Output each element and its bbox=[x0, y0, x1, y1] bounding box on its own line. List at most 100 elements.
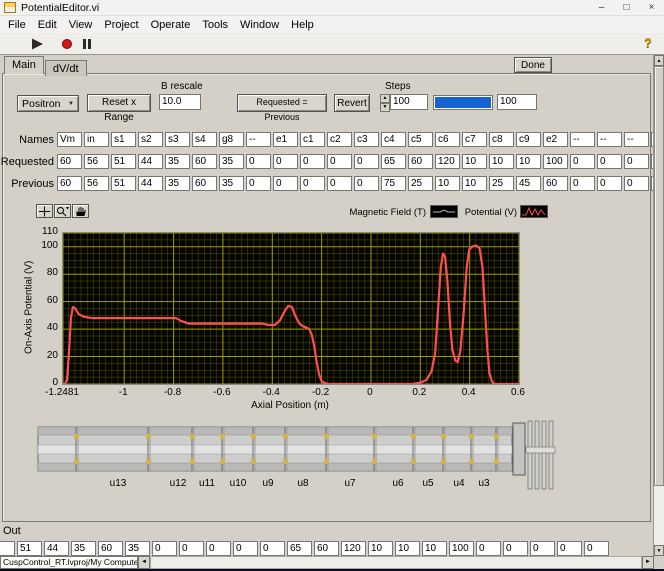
previous-cell: 56 bbox=[84, 176, 109, 191]
tab-dvdt[interactable]: dV/dt bbox=[44, 60, 87, 76]
name-cell[interactable]: c2 bbox=[327, 132, 352, 147]
dropdown-arrow-icon: ▼ bbox=[68, 100, 74, 107]
requested-cell[interactable]: 35 bbox=[165, 154, 190, 169]
cursor-tool-icon[interactable] bbox=[36, 204, 53, 218]
menu-operate[interactable]: Operate bbox=[145, 18, 197, 32]
menu-project[interactable]: Project bbox=[98, 18, 144, 32]
requested-equals-previous-button[interactable]: Requested = Previous bbox=[237, 94, 327, 122]
name-cell[interactable]: -- bbox=[597, 132, 622, 147]
done-button[interactable]: Done bbox=[514, 57, 552, 73]
requested-cell[interactable]: 65 bbox=[381, 154, 406, 169]
requested-cell[interactable]: 60 bbox=[57, 154, 82, 169]
vscroll-thumb[interactable] bbox=[654, 66, 664, 486]
requested-cell[interactable]: 0 bbox=[354, 154, 379, 169]
name-cell[interactable]: s3 bbox=[165, 132, 190, 147]
requested-cell[interactable]: 10 bbox=[462, 154, 487, 169]
name-cell[interactable]: in bbox=[84, 132, 109, 147]
vscroll-up-button[interactable]: ▲ bbox=[654, 55, 664, 66]
x-tick-label: 0 bbox=[367, 387, 373, 398]
close-button[interactable]: × bbox=[639, 0, 664, 16]
hscroll-right-button[interactable]: ► bbox=[642, 556, 654, 569]
execution-target-selector[interactable]: CuspControl_RT.lvproj/My Computer bbox=[0, 556, 138, 569]
previous-cell: 44 bbox=[138, 176, 163, 191]
requested-cell[interactable]: 10 bbox=[516, 154, 541, 169]
pause-button[interactable] bbox=[78, 37, 96, 51]
requested-cell[interactable]: 100 bbox=[543, 154, 568, 169]
name-cell[interactable]: c1 bbox=[300, 132, 325, 147]
name-cell[interactable]: s1 bbox=[111, 132, 136, 147]
vscroll-down-button[interactable]: ▼ bbox=[654, 545, 664, 556]
plot-area[interactable] bbox=[61, 232, 521, 386]
requested-cell[interactable]: 0 bbox=[273, 154, 298, 169]
name-cell[interactable]: c3 bbox=[354, 132, 379, 147]
requested-cell[interactable]: 35 bbox=[219, 154, 244, 169]
reset-x-range-button[interactable]: Reset x Range bbox=[87, 94, 151, 123]
name-cell[interactable]: c7 bbox=[462, 132, 487, 147]
electrode-label-u3: u3 bbox=[478, 478, 490, 489]
out-cell: 0 bbox=[152, 541, 177, 556]
requested-cell[interactable]: 0 bbox=[327, 154, 352, 169]
name-cell[interactable]: Vm bbox=[57, 132, 82, 147]
legend-magnetic-field-sample[interactable] bbox=[430, 205, 458, 218]
steps-input[interactable]: 100 bbox=[390, 94, 428, 110]
menu-window[interactable]: Window bbox=[234, 18, 285, 32]
requested-cell[interactable]: 60 bbox=[408, 154, 433, 169]
hscroll-track[interactable] bbox=[150, 556, 642, 569]
menu-help[interactable]: Help bbox=[285, 18, 320, 32]
name-cell[interactable]: -- bbox=[624, 132, 649, 147]
electrode-label-u8: u8 bbox=[297, 478, 309, 489]
requested-cell[interactable]: 10 bbox=[489, 154, 514, 169]
particle-type-selector[interactable]: Positron ▼ bbox=[17, 95, 79, 112]
name-cell[interactable]: c6 bbox=[435, 132, 460, 147]
steps-total-input[interactable]: 100 bbox=[497, 94, 537, 110]
maximize-button[interactable]: □ bbox=[614, 0, 639, 16]
legend-potential-sample[interactable] bbox=[520, 205, 548, 218]
requested-cell[interactable]: 0 bbox=[624, 154, 649, 169]
steps-increment-button[interactable]: ▲ bbox=[380, 94, 390, 103]
name-cell[interactable]: -- bbox=[570, 132, 595, 147]
abort-button[interactable] bbox=[58, 37, 76, 51]
zoom-tool-icon[interactable] bbox=[54, 204, 71, 218]
requested-cell[interactable]: 44 bbox=[138, 154, 163, 169]
name-cell[interactable]: c5 bbox=[408, 132, 433, 147]
out-label: Out bbox=[3, 525, 21, 537]
name-cell[interactable]: -- bbox=[246, 132, 271, 147]
requested-cell[interactable]: 60 bbox=[192, 154, 217, 169]
steps-decrement-button[interactable]: ▼ bbox=[380, 103, 390, 112]
tab-main[interactable]: Main bbox=[4, 56, 44, 74]
menu-tools[interactable]: Tools bbox=[196, 18, 234, 32]
name-cell[interactable]: c8 bbox=[489, 132, 514, 147]
legend-potential-label[interactable]: Potential (V) bbox=[460, 207, 517, 218]
name-cell[interactable]: c9 bbox=[516, 132, 541, 147]
menu-edit[interactable]: Edit bbox=[32, 18, 63, 32]
vertical-scrollbar[interactable]: ▲ ▼ bbox=[653, 55, 664, 556]
requested-cell[interactable]: 51 bbox=[111, 154, 136, 169]
previous-cell: 0 bbox=[300, 176, 325, 191]
hscroll-left-button[interactable]: ◄ bbox=[138, 556, 150, 569]
name-cell[interactable]: e1 bbox=[273, 132, 298, 147]
requested-cell[interactable]: 120 bbox=[435, 154, 460, 169]
labview-vi-icon bbox=[4, 2, 16, 13]
help-icon[interactable]: ? bbox=[644, 35, 652, 50]
previous-cell: 51 bbox=[111, 176, 136, 191]
menu-file[interactable]: File bbox=[2, 18, 32, 32]
pan-tool-icon[interactable] bbox=[72, 204, 89, 218]
requested-cell[interactable]: 56 bbox=[84, 154, 109, 169]
name-cell[interactable]: c4 bbox=[381, 132, 406, 147]
requested-cell[interactable]: 0 bbox=[300, 154, 325, 169]
name-cell[interactable]: s4 bbox=[192, 132, 217, 147]
requested-cell[interactable]: 0 bbox=[246, 154, 271, 169]
legend-magnetic-field-label[interactable]: Magnetic Field (T) bbox=[340, 207, 426, 218]
requested-cell[interactable]: 0 bbox=[597, 154, 622, 169]
b-rescale-input[interactable]: 10.0 bbox=[159, 94, 201, 110]
name-cell[interactable]: s2 bbox=[138, 132, 163, 147]
requested-cell[interactable]: 0 bbox=[570, 154, 595, 169]
revert-button[interactable]: Revert bbox=[334, 94, 370, 112]
run-button[interactable] bbox=[28, 37, 46, 51]
name-cell[interactable]: g8 bbox=[219, 132, 244, 147]
graph-palette bbox=[36, 204, 90, 218]
minimize-button[interactable]: – bbox=[589, 0, 614, 16]
menu-view[interactable]: View bbox=[63, 18, 99, 32]
pause-icon bbox=[88, 39, 91, 49]
name-cell[interactable]: e2 bbox=[543, 132, 568, 147]
